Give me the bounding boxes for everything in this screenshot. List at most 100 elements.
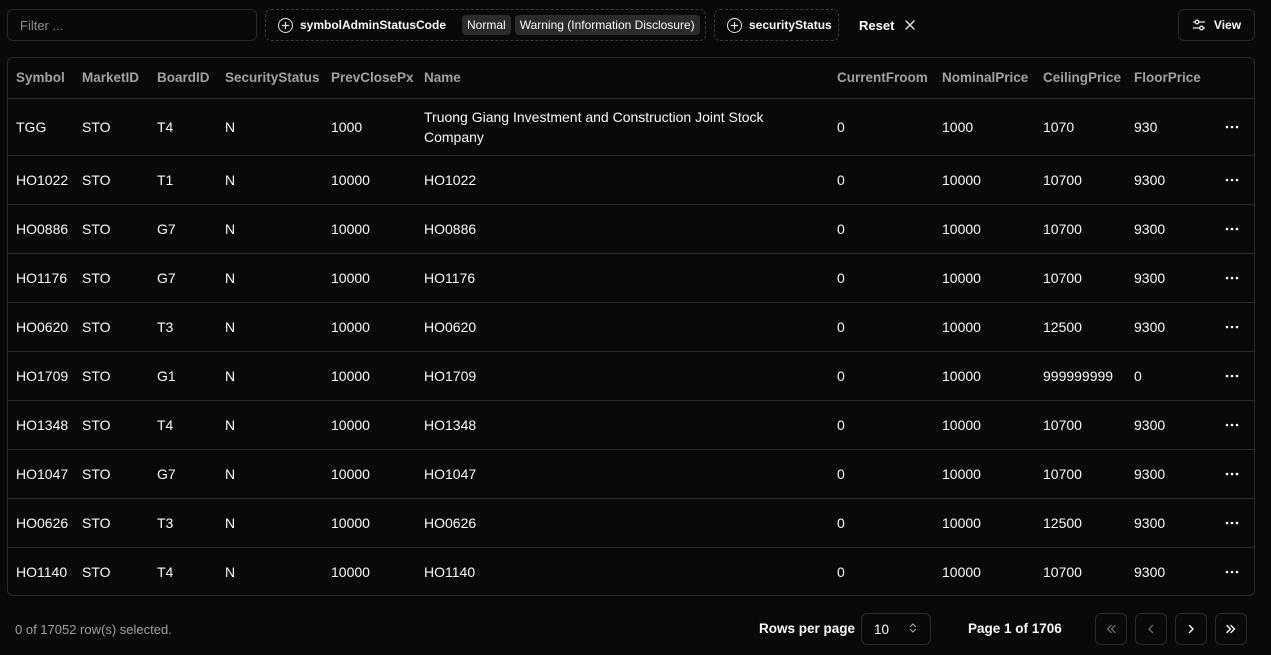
table-cell-currentfroom: 0: [829, 351, 934, 401]
table-cell-nominalprice: 10000: [934, 253, 1035, 303]
table-cell-symbol: HO1047: [8, 449, 74, 499]
row-actions-button[interactable]: [1220, 560, 1244, 584]
column-header[interactable]: SecurityStatus: [217, 58, 323, 99]
row-actions-button[interactable]: [1220, 364, 1244, 388]
rows-per-page-label: Rows per page: [759, 621, 856, 636]
row-actions-button[interactable]: [1220, 315, 1244, 339]
first-page-button[interactable]: [1095, 613, 1127, 645]
table-cell-ceilingprice: 12500: [1035, 302, 1126, 352]
table-cell-floorprice: 930: [1126, 98, 1212, 156]
table-cell-currentfroom: 0: [829, 498, 934, 548]
column-header[interactable]: BoardID: [149, 58, 217, 99]
table-cell-securitystatus: N: [217, 204, 323, 254]
row-actions-button[interactable]: [1220, 115, 1244, 139]
more-horizontal-icon: [1225, 423, 1239, 426]
row-actions-cell: [1212, 498, 1254, 548]
facet-label: securityStatus: [749, 18, 832, 32]
row-actions-button[interactable]: [1220, 462, 1244, 486]
table-cell-name: HO1022: [416, 155, 829, 205]
column-header[interactable]: Symbol: [8, 58, 74, 99]
column-header[interactable]: MarketID: [74, 58, 149, 99]
table-cell-boardid: T3: [149, 498, 217, 548]
page-indicator: Page 1 of 1706: [968, 621, 1062, 636]
table-cell-boardid: T4: [149, 400, 217, 450]
column-header[interactable]: NominalPrice: [934, 58, 1035, 99]
chevrons-up-down-icon: [908, 622, 918, 637]
row-actions-button[interactable]: [1220, 413, 1244, 437]
chevrons-left-icon: [1106, 624, 1116, 634]
filter-input[interactable]: [7, 9, 257, 41]
x-icon: [904, 19, 916, 31]
table-cell-marketid: STO: [74, 98, 149, 156]
row-actions-button[interactable]: [1220, 168, 1244, 192]
table-cell-prevclosepx: 10000: [323, 253, 416, 303]
table-cell-marketid: STO: [74, 302, 149, 352]
next-page-button[interactable]: [1175, 613, 1207, 645]
facet-filter-security-status[interactable]: securityStatus: [714, 9, 839, 41]
table-cell-currentfroom: 0: [829, 302, 934, 352]
row-actions-cell: [1212, 98, 1254, 156]
table-row[interactable]: TGG STO T4 N 1000 Truong Giang Investment and…: [8, 98, 1254, 156]
table-cell-boardid: T4: [157, 563, 174, 580]
row-actions-button[interactable]: [1220, 217, 1244, 241]
table-row[interactable]: HO0886 STO G7 N 10000 HO0886 0 10000 10700 9300: [8, 204, 1254, 254]
more-horizontal-icon: [1225, 178, 1239, 181]
table-row[interactable]: HO1140 STO T4 N 10000 HO1140 0 10000 10700 9300: [8, 547, 1254, 595]
table-row[interactable]: HO1348 STO T4 N 10000 HO1348 0 10000 10700 9300: [8, 400, 1254, 450]
more-horizontal-icon: [1225, 125, 1239, 128]
table-cell-floorprice: 9300: [1126, 204, 1212, 254]
more-horizontal-icon: [1225, 325, 1239, 328]
row-actions-button[interactable]: [1220, 266, 1244, 290]
table-row[interactable]: HO0626 STO T3 N 10000 HO0626 0 10000 12500 9300: [8, 498, 1254, 548]
column-header[interactable]: Name: [416, 58, 829, 99]
table-cell-symbol: HO0886: [8, 204, 74, 254]
table-cell-boardid: G7: [149, 204, 217, 254]
table-row[interactable]: HO1022 STO T1 N 10000 HO1022 0 10000 10700 9300: [8, 155, 1254, 205]
column-header[interactable]: FloorPrice: [1126, 58, 1212, 99]
rows-per-page-select[interactable]: 10: [861, 613, 931, 645]
table-cell-name: HO1140: [424, 563, 476, 580]
table-cell-name: HO1709: [416, 351, 829, 401]
column-header[interactable]: CurrentFroom: [829, 58, 934, 99]
table-row[interactable]: HO1709 STO G1 N 10000 HO1709 0 10000 999999999 0: [8, 351, 1254, 401]
row-actions-cell: [1212, 351, 1254, 401]
plus-circle-icon: [278, 17, 293, 33]
table-cell-marketid: STO: [74, 204, 149, 254]
table-cell-ceilingprice: 10700: [1035, 449, 1126, 499]
table-row[interactable]: HO0620 STO T3 N 10000 HO0620 0 10000 12500 9300: [8, 302, 1254, 352]
row-actions-cell: [1212, 253, 1254, 303]
reset-button[interactable]: Reset: [850, 9, 925, 41]
last-page-button[interactable]: [1215, 613, 1247, 645]
table-footer: 0 of 17052 row(s) selected. Rows per pag…: [0, 613, 1271, 645]
chevron-left-icon: [1148, 624, 1154, 634]
table-cell-nominalprice: 10000: [934, 449, 1035, 499]
table-cell-nominalprice: 10000: [934, 302, 1035, 352]
table-cell-marketid: STO: [82, 563, 111, 580]
row-actions-button[interactable]: [1220, 511, 1244, 535]
column-header[interactable]: PrevClosePx: [323, 58, 416, 99]
table-cell-name: HO0886: [416, 204, 829, 254]
table-cell-symbol: HO1348: [8, 400, 74, 450]
column-header[interactable]: CeilingPrice: [1035, 58, 1126, 99]
table-cell-symbol: HO0626: [8, 498, 74, 548]
table-cell-floorprice: 9300: [1126, 400, 1212, 450]
table-row[interactable]: HO1047 STO G7 N 10000 HO1047 0 10000 10700 9300: [8, 449, 1254, 499]
view-options-button[interactable]: View: [1178, 9, 1255, 41]
row-actions-cell: [1212, 400, 1254, 450]
table-row[interactable]: HO1176 STO G7 N 10000 HO1176 0 10000 10700 9300: [8, 253, 1254, 303]
table-cell-boardid: T4: [149, 98, 217, 156]
facet-filter-symbol-admin-status-code[interactable]: symbolAdminStatusCode Normal Warning (In…: [265, 9, 706, 41]
table-cell-floorprice: 9300: [1134, 563, 1166, 580]
table-cell-floorprice: 0: [1126, 351, 1212, 401]
table-cell-ceilingprice: 10700: [1035, 204, 1126, 254]
table-cell-prevclosepx: 10000: [323, 498, 416, 548]
table-cell-securitystatus: N: [217, 498, 323, 548]
table-cell-currentfroom: 0: [829, 204, 934, 254]
table-cell-boardid: G7: [149, 449, 217, 499]
more-horizontal-icon: [1225, 472, 1239, 475]
selection-count: 0 of 17052 row(s) selected.: [15, 622, 172, 637]
previous-page-button[interactable]: [1135, 613, 1167, 645]
table-cell-boardid: G7: [149, 253, 217, 303]
table-cell-prevclosepx: 1000: [323, 98, 416, 156]
more-horizontal-icon: [1225, 374, 1239, 377]
